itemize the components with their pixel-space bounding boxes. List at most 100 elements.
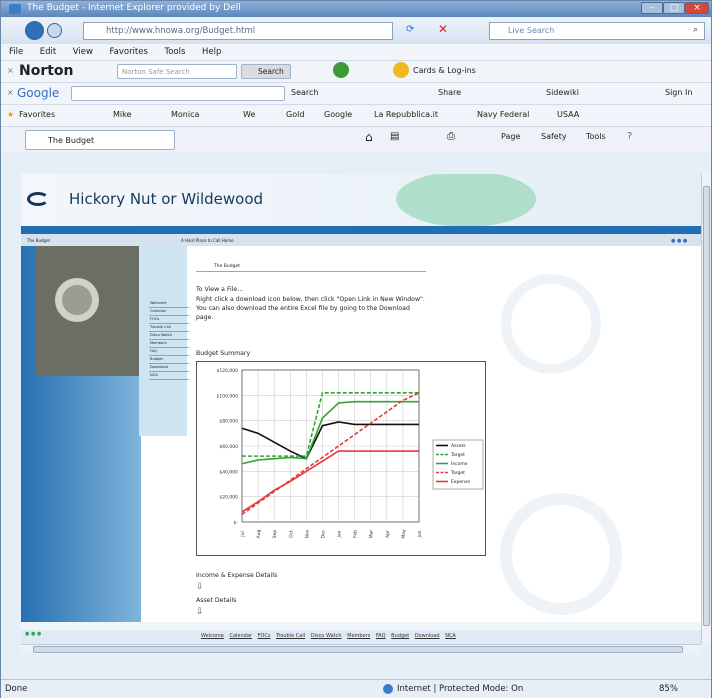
footer-faq[interactable]: FAQ <box>376 633 386 639</box>
tools-menu[interactable]: Tools <box>586 127 606 147</box>
vertical-scroll-thumb[interactable] <box>703 186 710 626</box>
page-menu[interactable]: Page <box>501 127 520 147</box>
footer-calendar[interactable]: Calendar <box>229 633 251 639</box>
forward-button[interactable] <box>47 23 62 38</box>
fav-usaa[interactable]: USAA <box>557 105 579 125</box>
footer-focs[interactable]: FOCs <box>258 633 271 639</box>
fav-repubblica[interactable]: La Repubblica.it <box>374 105 438 125</box>
favorites-button[interactable]: Favorites <box>19 105 55 125</box>
nav-focs[interactable]: FOCs <box>149 317 189 324</box>
nav-calendar[interactable]: Calendar <box>149 309 189 316</box>
print-icon[interactable]: ⎙ <box>447 127 455 147</box>
download-icon[interactable]: ⇩ <box>196 607 204 617</box>
x-tick-label: Mar <box>369 530 375 539</box>
nav-welcome[interactable]: Welcome <box>149 301 189 308</box>
norton-check-icon[interactable] <box>333 62 349 78</box>
nav-nca[interactable]: NCA <box>149 373 189 380</box>
minimize-button[interactable]: – <box>641 2 663 14</box>
instruction-line-2: You can also download the entire Excel f… <box>196 305 410 312</box>
help-icon[interactable]: ? <box>627 127 632 147</box>
fav-gold[interactable]: Gold <box>286 105 304 125</box>
menu-view[interactable]: View <box>73 47 93 57</box>
footer-welcome[interactable]: Welcome <box>201 633 224 639</box>
series-line-2 <box>241 400 419 465</box>
section-header: The Budget <box>196 262 426 272</box>
maximize-button[interactable]: □ <box>663 2 685 14</box>
google-signin-button[interactable]: Sign In <box>665 83 692 103</box>
google-toolbar: × Google Search Share Sidewiki Sign In <box>1 82 711 104</box>
footer-disco-watch[interactable]: Disco Watch <box>311 633 342 639</box>
stop-icon[interactable]: ✕ <box>438 22 448 36</box>
close-button[interactable]: × <box>685 2 709 14</box>
vertical-scrollbar[interactable] <box>701 174 711 644</box>
live-search-input[interactable]: Live Search ⌕ <box>489 22 705 40</box>
horizontal-scrollbar[interactable] <box>21 644 701 654</box>
horizontal-scroll-thumb[interactable] <box>33 646 683 653</box>
nav-members[interactable]: Members <box>149 341 189 348</box>
fav-google[interactable]: Google <box>324 105 352 125</box>
y-tick-label: $40,000 <box>219 469 238 475</box>
tab-the-budget[interactable]: The Budget <box>25 130 175 150</box>
home-icon[interactable]: ⌂ <box>365 127 373 147</box>
refresh-icon[interactable]: ⟳ <box>406 24 414 35</box>
asset-details-link[interactable]: Asset Details <box>196 597 236 604</box>
status-bar: Done Internet | Protected Mode: On 85% <box>1 679 711 698</box>
menu-file[interactable]: File <box>9 47 23 57</box>
cards-icon[interactable] <box>393 62 409 78</box>
search-icon[interactable]: ⌕ <box>693 25 698 35</box>
footer-nca[interactable]: NCA <box>445 633 456 639</box>
nav-faq[interactable]: FAQ <box>149 349 189 356</box>
series-line-4 <box>241 450 419 513</box>
x-tick-label: Apr <box>385 530 391 538</box>
zoom-level[interactable]: 85% <box>659 684 678 694</box>
x-tick-label: Oct <box>288 530 294 538</box>
page-content: Hickory Nut or Wildewood The Budget A Ha… <box>21 174 701 630</box>
income-expense-link[interactable]: Income & Expense Details <box>196 572 277 579</box>
close-toolbar-icon[interactable]: × <box>7 61 14 81</box>
x-tick-label: Jan <box>337 530 343 538</box>
window-title: The Budget - Internet Explorer provided … <box>27 3 241 13</box>
menu-help[interactable]: Help <box>202 47 221 57</box>
footer-trouble-call[interactable]: Trouble Call <box>276 633 305 639</box>
crumb-dots: ● ● ● <box>671 238 688 244</box>
nav-budget[interactable]: Budget <box>149 357 189 364</box>
back-button[interactable] <box>25 21 44 40</box>
norton-search-input[interactable]: Norton Safe Search <box>117 64 237 79</box>
norton-search-button[interactable]: Search <box>241 64 291 79</box>
nav-disco-watch[interactable]: Disco Watch <box>149 333 189 340</box>
nav-download[interactable]: Download <box>149 365 189 372</box>
fav-navy-federal[interactable]: Navy Federal <box>477 105 529 125</box>
fav-we[interactable]: We <box>243 105 255 125</box>
budget-chart: $120,000 $100,000 $80,000 $60,000 $40,000 $20… <box>196 361 486 556</box>
footer-download[interactable]: Download <box>415 633 440 639</box>
norton-toolbar: × Norton Norton Safe Search Search Cards… <box>1 60 711 82</box>
menu-tools[interactable]: Tools <box>164 47 185 57</box>
series-line-0 <box>241 421 419 460</box>
google-search-input[interactable] <box>71 86 285 101</box>
menu-edit[interactable]: Edit <box>40 47 56 57</box>
menu-favorites[interactable]: Favorites <box>110 47 148 57</box>
footer-links: Welcome Calendar FOCs Trouble Call Disco… <box>201 633 460 639</box>
legend-label: Expense <box>451 479 470 485</box>
feeds-icon[interactable]: ▤ <box>390 127 399 147</box>
ie-icon <box>9 4 21 14</box>
google-logo: Google <box>17 86 60 100</box>
footer-dots: ● ● ● <box>25 631 42 637</box>
close-google-toolbar-icon[interactable]: × <box>7 83 14 103</box>
download-icon[interactable]: ⇩ <box>196 582 204 592</box>
instruction-line-1: Right click a download icon below, then … <box>196 296 425 303</box>
x-tick-label: Aug <box>256 529 262 538</box>
nav-trouble-call[interactable]: Trouble Call <box>149 325 189 332</box>
legend-label: Target <box>450 452 465 458</box>
cards-login-button[interactable]: Cards & Log-ins <box>413 61 476 81</box>
fav-monica[interactable]: Monica <box>171 105 199 125</box>
safety-menu[interactable]: Safety <box>541 127 567 147</box>
footer-members[interactable]: Members <box>347 633 370 639</box>
google-search-button[interactable]: Search <box>291 83 318 103</box>
sidewiki-button[interactable]: Sidewiki <box>546 83 579 103</box>
google-share-button[interactable]: Share <box>438 83 461 103</box>
url-input[interactable]: http://www.hnowa.org/Budget.html <box>83 22 393 40</box>
footer-budget[interactable]: Budget <box>391 633 409 639</box>
fav-mike[interactable]: Mike <box>113 105 131 125</box>
status-text: Done <box>5 684 28 694</box>
